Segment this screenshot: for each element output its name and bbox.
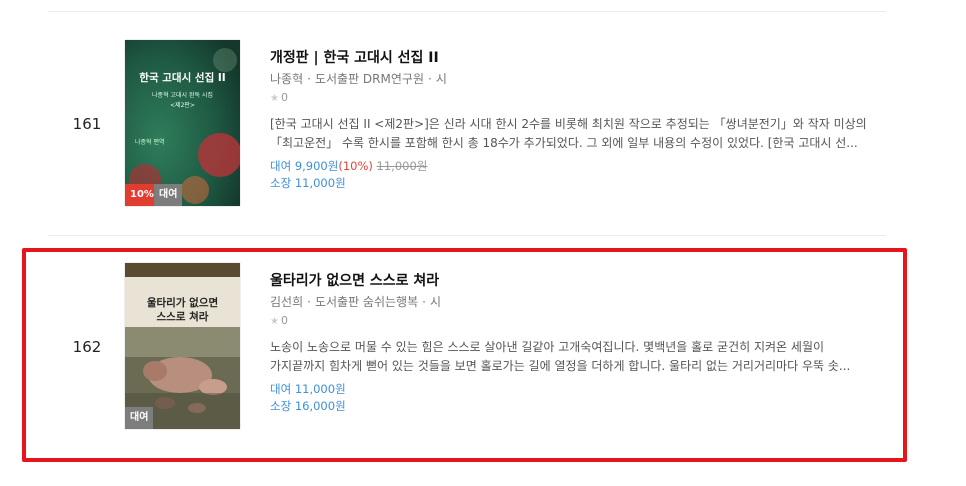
publisher-link[interactable]: 도서출판 DRM연구원 <box>315 72 424 86</box>
cover-art <box>125 40 240 206</box>
rent-badge: 대여 <box>154 184 183 206</box>
discount-rate: (10%) <box>338 159 373 173</box>
top-divider <box>48 11 886 12</box>
original-price: 11,000원 <box>376 159 428 173</box>
category-label: 시 <box>435 72 447 86</box>
own-price: 11,000원 <box>294 176 346 190</box>
cover-title: 한국 고대시 선집 II <box>139 72 226 84</box>
rent-price: 9,900원 <box>294 159 339 173</box>
rating: ★ 0 <box>270 91 886 106</box>
cover-edition: <제2판> <box>170 102 195 109</box>
book-info: 개정판 | 한국 고대시 선집 II 나종혁 · 도서출판 DRM연구원 · 시 ★ 0 … <box>270 49 886 192</box>
rent-price-row: 대여 9,900원(10%) 11,000원 <box>270 158 886 175</box>
list-item-161[interactable]: 161 한국 고대시 선집 II 나종혁 고대시 완독 시집 <제2판> 나종혁… <box>48 40 886 216</box>
cover-subtitle: 나종혁 고대시 완독 시집 <box>152 92 213 99</box>
rank-number: 161 <box>72 115 102 133</box>
own-label: 소장 <box>270 176 292 190</box>
book-cover[interactable]: 한국 고대시 선집 II 나종혁 고대시 완독 시집 <제2판> 나종혁 편역 … <box>125 40 240 206</box>
rent-label: 대여 <box>270 159 292 173</box>
book-meta: 나종혁 · 도서출판 DRM연구원 · 시 <box>270 72 447 86</box>
book-title[interactable]: 개정판 | 한국 고대시 선집 II <box>270 49 886 67</box>
rating-count: 0 <box>280 91 288 104</box>
item-divider <box>48 235 886 236</box>
description-line: 「최고운전」 수록 한시를 포함해 한시 총 18수가 추가되었다. 그 외에 … <box>270 136 858 150</box>
book-description: [한국 고대시 선집 II <제2판>]은 신라 시대 한시 2수를 비롯해 최… <box>270 115 886 153</box>
own-price-row: 소장 11,000원 <box>270 175 886 192</box>
cover-author: 나종혁 편역 <box>135 139 165 146</box>
author-link[interactable]: 나종혁 <box>270 72 303 86</box>
star-icon: ★ <box>270 93 279 104</box>
description-line: [한국 고대시 선집 II <제2판>]은 신라 시대 한시 2수를 비롯해 최… <box>270 117 867 131</box>
highlight-box <box>22 248 907 462</box>
